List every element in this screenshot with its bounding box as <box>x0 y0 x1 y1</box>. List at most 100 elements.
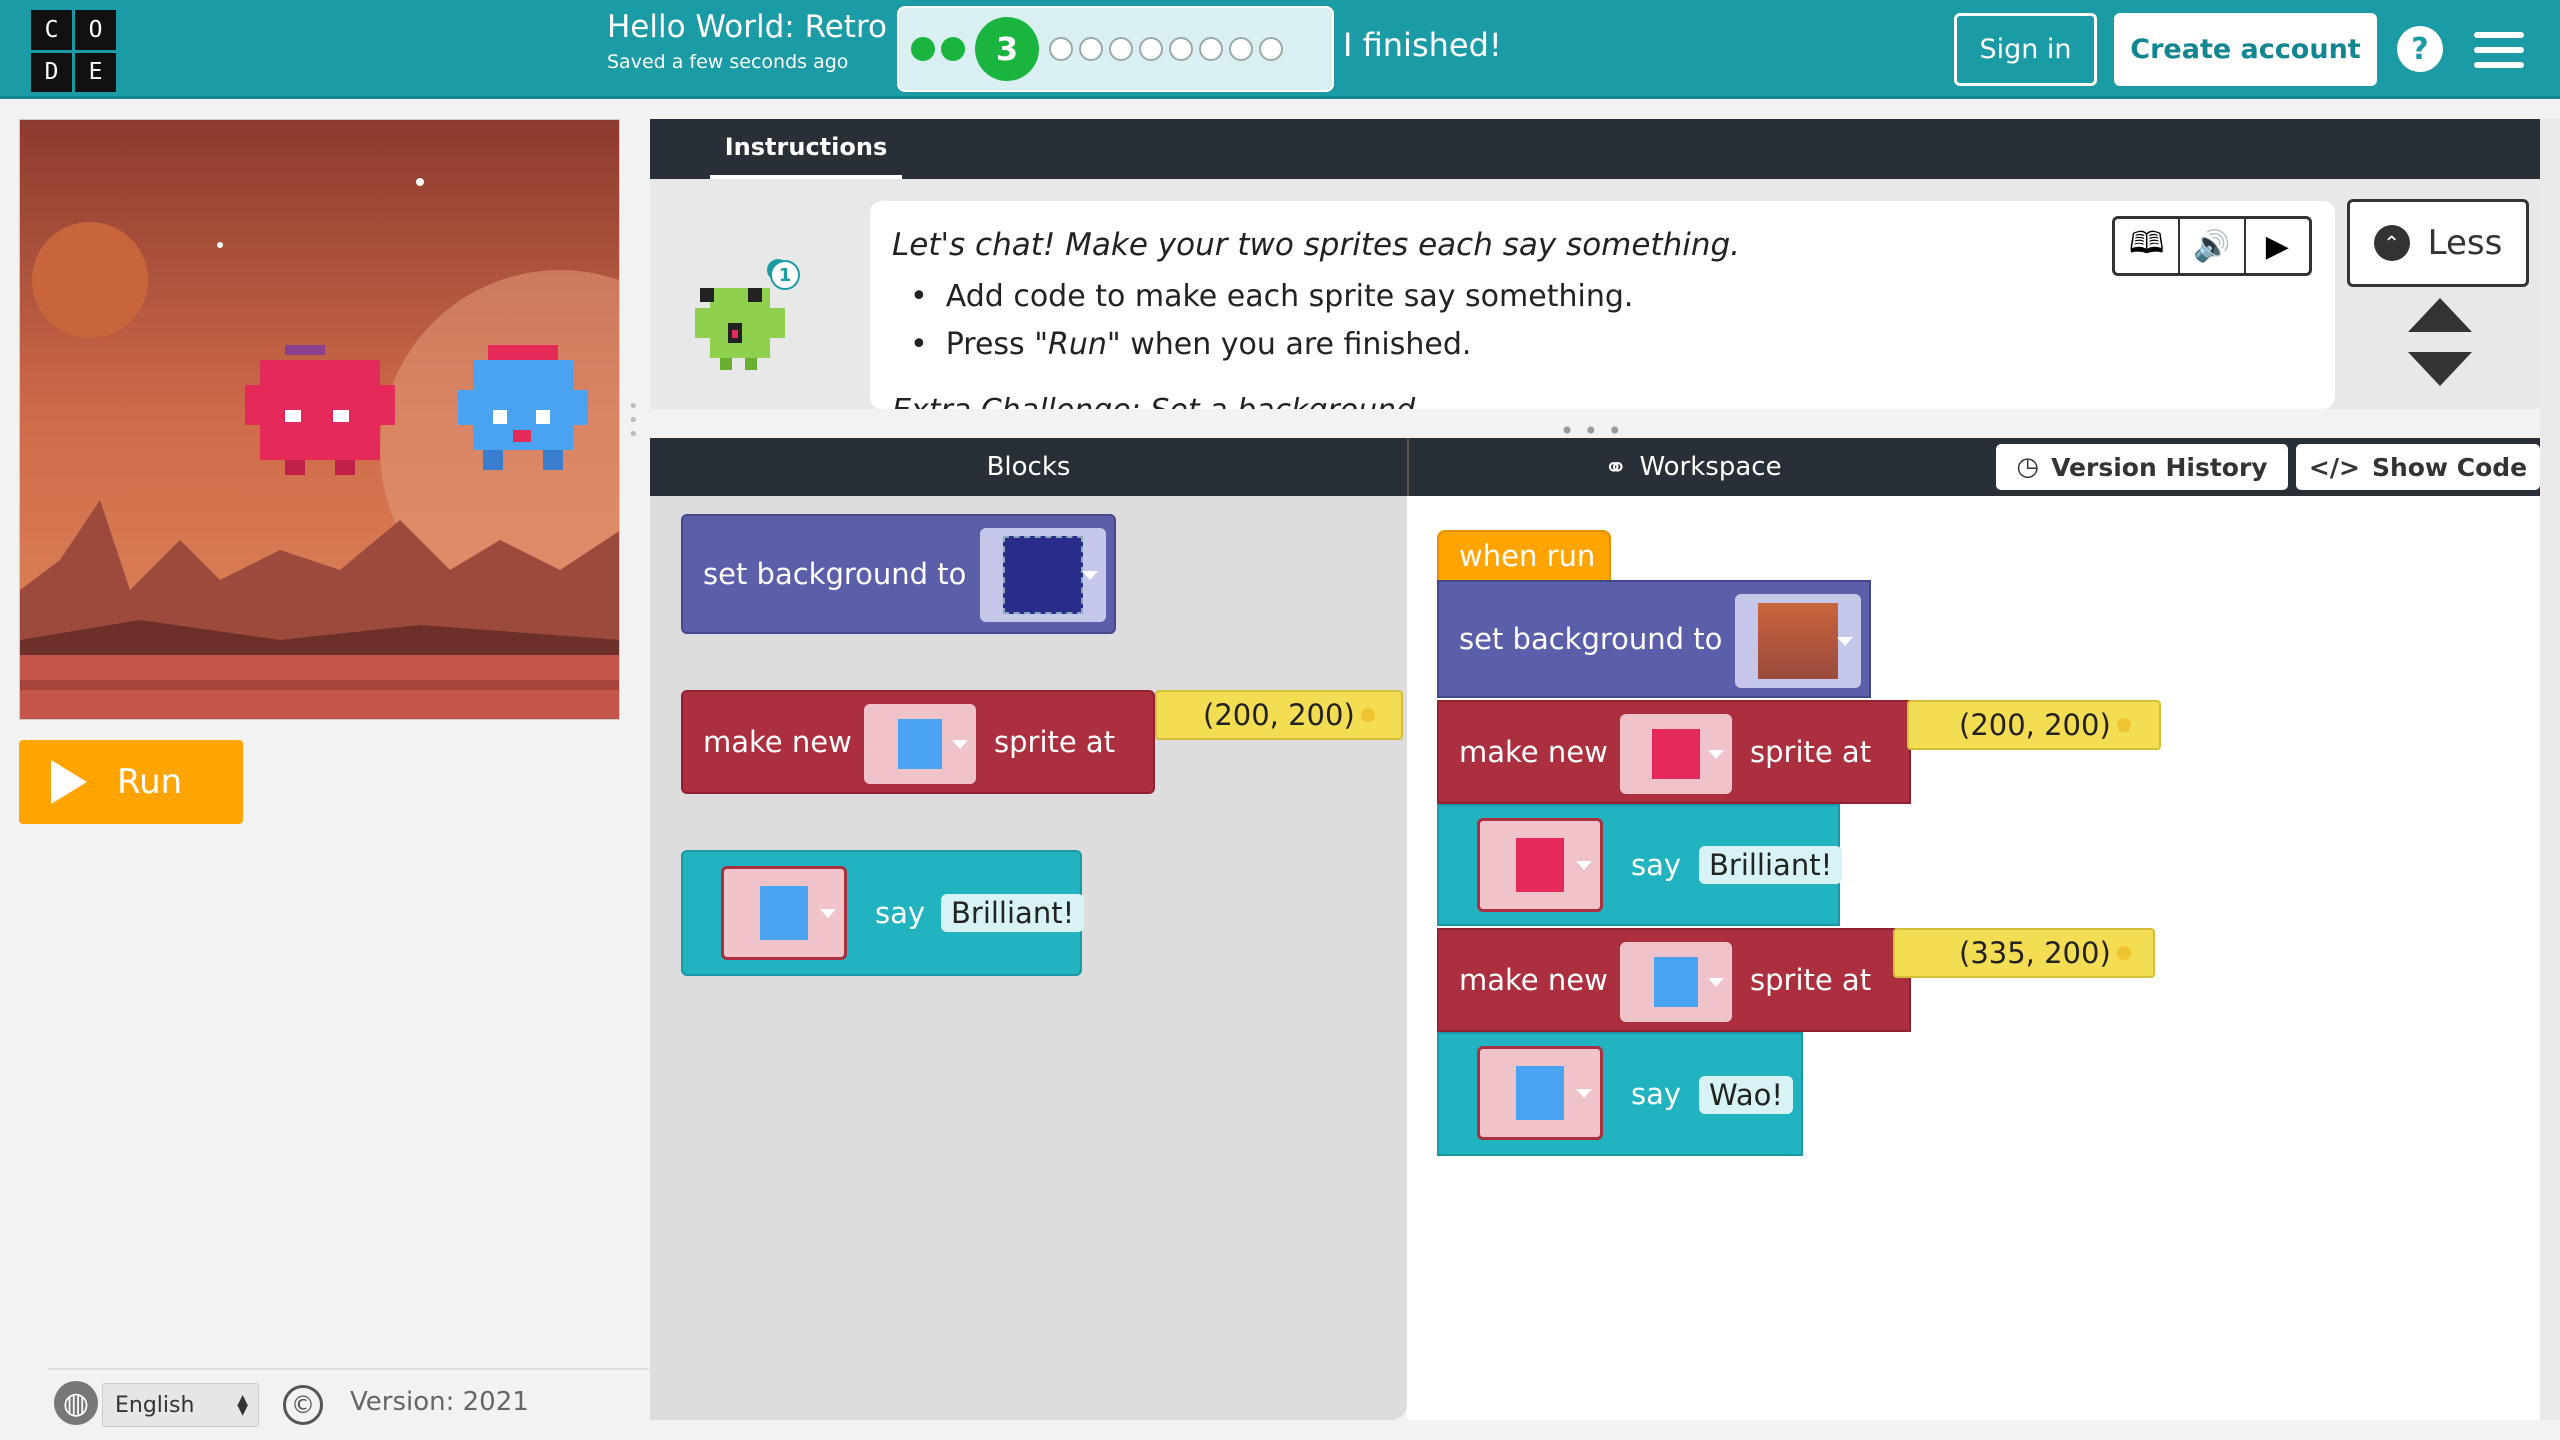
set-background-block[interactable]: set background to <box>1437 580 1871 698</box>
dropdown-caret-icon <box>1576 861 1592 870</box>
block-label: sprite at <box>1750 735 1872 769</box>
show-code-button[interactable]: </> Show Code <box>2296 444 2540 490</box>
run-label: Run <box>117 762 183 802</box>
block-label: make new <box>703 725 852 759</box>
say-block[interactable]: say Wao! <box>1437 1032 1803 1156</box>
background-dropdown[interactable] <box>980 528 1106 622</box>
coordinate-value: (335, 200) <box>1959 936 2111 970</box>
link-icon: ⚭ <box>1604 450 1628 484</box>
finished-link[interactable]: I finished! <box>1343 26 1502 64</box>
level-dot[interactable] <box>1259 37 1283 61</box>
game-stage[interactable] <box>19 119 620 720</box>
blocks-header: Blocks <box>650 438 1407 496</box>
logo-letter: D <box>31 52 72 92</box>
make-new-sprite-block[interactable]: make new sprite at <box>1437 928 1911 1032</box>
less-button[interactable]: ⌃ Less <box>2347 199 2529 287</box>
level-dot[interactable] <box>1109 37 1133 61</box>
toolbox-say-block[interactable]: say Brilliant! <box>681 850 1085 976</box>
workspace-title: ⚭ Workspace <box>1604 438 1782 496</box>
read-aloud-icon[interactable]: 🕮 <box>2115 219 2181 273</box>
scroll-down-icon[interactable] <box>2408 352 2472 386</box>
tab-instructions[interactable]: Instructions <box>710 119 902 179</box>
coordinate-block[interactable]: (200, 200) <box>1155 690 1403 740</box>
say-block[interactable]: say Brilliant! <box>1437 804 1843 926</box>
when-run-block[interactable]: when run <box>1437 530 1611 582</box>
language-select[interactable]: English ▲ ▼ <box>102 1383 259 1427</box>
sprite-dropdown[interactable] <box>1620 714 1732 794</box>
coordinate-block[interactable]: (335, 200) <box>1893 928 2155 978</box>
code-logo[interactable]: C O D E <box>31 10 116 92</box>
globe-icon: ◍ <box>54 1381 98 1425</box>
footer-divider <box>48 1368 649 1370</box>
block-label: sprite at <box>994 725 1116 759</box>
level-dot[interactable] <box>1079 37 1103 61</box>
hint-badge[interactable]: 1 <box>770 260 800 290</box>
level-dot[interactable] <box>1049 37 1073 61</box>
level-dot-completed[interactable] <box>911 37 935 61</box>
scroll-up-icon[interactable] <box>2408 298 2472 332</box>
resize-handle[interactable]: • • • <box>628 398 639 444</box>
sprite-dropdown[interactable] <box>864 704 976 784</box>
language-value: English <box>115 1392 195 1418</box>
coordinate-value: (200, 200) <box>1203 698 1355 732</box>
red-sprite-thumbnail <box>1652 729 1700 779</box>
block-label: say <box>1631 848 1682 882</box>
show-code-label: Show Code <box>2371 452 2528 482</box>
background-dropdown[interactable] <box>1735 594 1861 688</box>
create-account-button[interactable]: Create account <box>2114 13 2377 86</box>
toolbox-make-new-sprite-block[interactable]: make new sprite at <box>681 690 1155 794</box>
sprite-dropdown[interactable] <box>1477 818 1603 912</box>
clock-icon: ◷ <box>2016 452 2040 482</box>
right-gutter <box>2540 119 2560 1420</box>
help-icon[interactable]: ? <box>2397 26 2443 72</box>
block-label: make new <box>1459 735 1608 769</box>
instructions-title: Let's chat! Make your two sprites each s… <box>892 227 1741 263</box>
blue-sprite-thumbnail <box>1654 957 1698 1007</box>
toolbox-set-background-block[interactable]: set background to <box>681 514 1116 634</box>
block-label: say <box>1631 1077 1682 1111</box>
sprite-dropdown[interactable] <box>1620 942 1732 1022</box>
level-dot[interactable] <box>1229 37 1253 61</box>
say-text-field[interactable]: Brilliant! <box>1699 846 1843 884</box>
run-button[interactable]: Run <box>19 740 243 824</box>
block-label: set background to <box>703 557 967 591</box>
project-title: Hello World: Retro <box>607 9 887 45</box>
sprite-dropdown[interactable] <box>721 866 847 960</box>
say-text-field[interactable]: Wao! <box>1699 1076 1793 1114</box>
block-label: make new <box>1459 963 1608 997</box>
select-arrows-icon: ▲ ▼ <box>237 1392 248 1418</box>
text-to-speech-controls: 🕮 🔊 ▶ <box>2112 216 2312 276</box>
make-new-sprite-block[interactable]: make new sprite at <box>1437 700 1911 804</box>
chevron-up-icon: ⌃ <box>2373 225 2410 261</box>
list-item: Add code to make each sprite say somethi… <box>910 279 1634 314</box>
dropdown-caret-icon <box>952 740 968 749</box>
say-text-field[interactable]: Brilliant! <box>941 894 1085 932</box>
version-label: Version: 2021 <box>350 1387 529 1417</box>
level-dot-current[interactable]: 3 <box>975 17 1039 81</box>
instructions-list: Add code to make each sprite say somethi… <box>910 279 1634 375</box>
version-history-button[interactable]: ◷ Version History <box>1996 444 2288 490</box>
workspace-label: Workspace <box>1639 452 1782 482</box>
dropdown-caret-icon <box>1082 571 1098 580</box>
level-dot[interactable] <box>1199 37 1223 61</box>
play-icon[interactable]: ▶ <box>2246 219 2309 273</box>
blue-sprite-thumbnail <box>898 719 942 769</box>
instructions-card: Let's chat! Make your two sprites each s… <box>870 201 2335 409</box>
sprite-dropdown[interactable] <box>1477 1046 1603 1140</box>
location-pin-icon <box>1360 708 1375 722</box>
level-dot-completed[interactable] <box>941 37 965 61</box>
coordinate-value: (200, 200) <box>1959 708 2111 742</box>
logo-letter: O <box>75 10 116 50</box>
level-dot[interactable] <box>1169 37 1193 61</box>
hamburger-menu-icon[interactable] <box>2474 32 2524 68</box>
code-icon: </> <box>2308 452 2360 482</box>
coordinate-block[interactable]: (200, 200) <box>1907 700 2161 750</box>
copyright-icon[interactable]: © <box>283 1385 323 1425</box>
dropdown-caret-icon <box>1708 978 1724 987</box>
workspace-header: ⚭ Workspace ◷ Version History </> Show C… <box>1407 438 2540 496</box>
volume-icon[interactable]: 🔊 <box>2180 219 2246 273</box>
sign-in-button[interactable]: Sign in <box>1954 13 2097 86</box>
play-icon <box>51 760 87 804</box>
level-dot[interactable] <box>1139 37 1163 61</box>
dropdown-caret-icon <box>1837 637 1853 646</box>
